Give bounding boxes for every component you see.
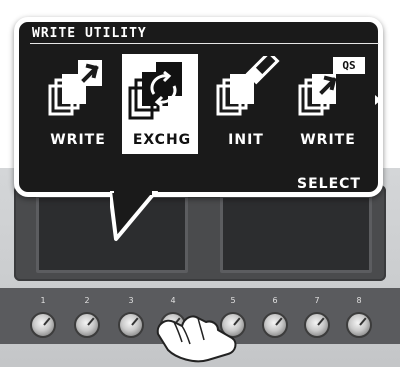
menu-item-exchange[interactable]: EXCHG: [122, 54, 202, 156]
knob-8[interactable]: [346, 312, 372, 338]
knob-6[interactable]: [262, 312, 288, 338]
hand-pointer-icon: [156, 315, 237, 363]
knob-2[interactable]: [74, 312, 100, 338]
callout-tail: [110, 191, 158, 241]
menu-item-label: EXCHG: [132, 132, 192, 148]
qs-badge: QS: [333, 57, 365, 74]
chevron-right-icon: [375, 95, 381, 105]
knob-number: 1: [40, 296, 46, 305]
knob-number: 3: [128, 296, 134, 305]
knob-number: 8: [356, 296, 362, 305]
menu-item-label: WRITE: [300, 132, 356, 148]
menu-item-label: WRITE: [50, 132, 106, 148]
knob-7[interactable]: [304, 312, 330, 338]
menu-item-init[interactable]: INIT: [206, 56, 286, 156]
knob-number: 6: [272, 296, 278, 305]
knob-number: 2: [84, 296, 90, 305]
softkey-select[interactable]: SELECT: [297, 176, 361, 192]
screen-title: WRITE UTILITY: [32, 26, 147, 41]
title-bar: WRITE UTILITY: [30, 25, 379, 44]
knob-3[interactable]: [118, 312, 144, 338]
exchange-icon: [128, 62, 182, 120]
menu-item-label: INIT: [228, 132, 264, 148]
display-right: [220, 195, 372, 273]
knob-number: 7: [314, 296, 320, 305]
write-arrow-icon: [48, 60, 102, 116]
knob-1[interactable]: [30, 312, 56, 338]
menu-item-write[interactable]: WRITE: [38, 56, 118, 156]
eraser-icon: [216, 56, 280, 116]
